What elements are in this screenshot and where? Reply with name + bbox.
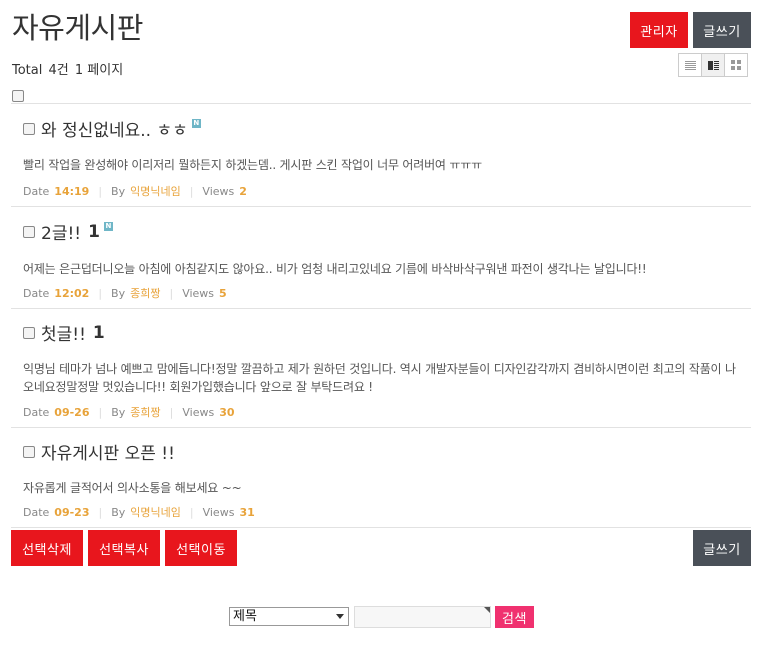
author-label: By: [111, 505, 126, 519]
post-subject[interactable]: 자유게시판 오픈 !!: [41, 439, 175, 464]
post-summary[interactable]: 익명님 테마가 넘나 예쁘고 맘에듭니다!정말 깔끔하고 제가 원하던 것입니다…: [23, 360, 743, 396]
views-label: Views: [182, 405, 215, 419]
views-label: Views: [182, 286, 215, 300]
post-author[interactable]: 종희짱: [130, 404, 160, 420]
date-label: Date: [23, 505, 50, 519]
total-count: 4건: [48, 63, 69, 78]
page-info: 1 페이지: [74, 63, 124, 78]
meta-divider: |: [98, 286, 103, 300]
meta-divider: |: [98, 505, 103, 519]
post-subject[interactable]: 와 정신없네요.. ㅎㅎ: [41, 116, 188, 141]
post-header: 2글!! 1 N: [23, 219, 113, 244]
post-checkbox[interactable]: [23, 445, 35, 458]
select-all-checkbox[interactable]: [12, 90, 24, 102]
chevron-down-icon: [336, 614, 344, 619]
author-label: By: [111, 184, 126, 198]
author-label: By: [111, 405, 126, 419]
meta-divider: |: [98, 184, 103, 198]
gallery-view-icon: [731, 60, 741, 70]
post-author[interactable]: 익명닉네임: [130, 504, 181, 520]
post-date: 09-23: [54, 505, 90, 519]
post-header: 자유게시판 오픈 !!: [23, 439, 175, 464]
post-views: 5: [219, 286, 227, 300]
admin-button[interactable]: 관리자: [630, 12, 688, 48]
post-meta: Date 12:02 | By 종희짱 | Views 5: [23, 285, 227, 301]
total-info: Total 4건 1 페이지: [12, 59, 125, 78]
post-views: 30: [219, 405, 235, 419]
meta-divider: |: [169, 405, 174, 419]
post-meta: Date 09-23 | By 익명닉네임 | Views 31: [23, 504, 255, 520]
post-author[interactable]: 종희짱: [130, 285, 160, 301]
webzine-view-icon: [707, 60, 719, 70]
post-meta: Date 14:19 | By 익명닉네임 | Views 2: [23, 183, 247, 199]
post-meta: Date 09-26 | By 종희짱 | Views 30: [23, 404, 235, 420]
post-row: 자유게시판 오픈 !! 자유롭게 글적어서 의사소통을 해보세요 ~~ Date…: [11, 427, 751, 528]
post-summary[interactable]: 빨리 작업을 완성해야 이리저리 뭘하든지 하겠는뎀.. 게시판 스킨 작업이 …: [23, 156, 482, 174]
write-button-bottom[interactable]: 글쓰기: [693, 530, 751, 566]
search-field-select[interactable]: 제목: [229, 607, 349, 626]
gallery-view-button[interactable]: [724, 53, 748, 77]
date-label: Date: [23, 286, 50, 300]
page-title: 자유게시판: [12, 11, 143, 45]
board-container: 자유게시판 관리자 글쓰기 Total 4건 1 페이지 와 정신없네요.. ㅎ…: [11, 0, 751, 651]
search-bar: 제목 검색: [229, 606, 534, 628]
author-label: By: [111, 286, 126, 300]
new-icon: N: [191, 119, 201, 128]
view-toggle: [678, 53, 751, 77]
webzine-view-button[interactable]: [701, 53, 725, 77]
input-corner-icon: [484, 607, 490, 613]
post-date: 14:19: [54, 184, 90, 198]
search-input[interactable]: [354, 606, 491, 628]
post-checkbox[interactable]: [23, 225, 35, 238]
post-row: 2글!! 1 N 어제는 은근덥더니오늘 아침에 아침같지도 않아요.. 비가 …: [11, 206, 751, 308]
meta-divider: |: [98, 405, 103, 419]
post-summary[interactable]: 어제는 은근덥더니오늘 아침에 아침같지도 않아요.. 비가 엄청 내리고있네요…: [23, 260, 647, 278]
search-field-value: 제목: [233, 609, 257, 624]
comment-count: 1: [92, 322, 105, 343]
post-summary[interactable]: 자유롭게 글적어서 의사소통을 해보세요 ~~: [23, 479, 242, 497]
total-label: Total: [12, 63, 43, 78]
views-label: Views: [202, 505, 235, 519]
post-date: 09-26: [54, 405, 90, 419]
write-button-top[interactable]: 글쓰기: [693, 12, 751, 48]
post-row: 첫글!! 1 익명님 테마가 넘나 예쁘고 맘에듭니다!정말 깔끔하고 제가 원…: [11, 308, 751, 427]
post-checkbox[interactable]: [23, 326, 35, 339]
post-author[interactable]: 익명닉네임: [130, 183, 181, 199]
date-label: Date: [23, 405, 50, 419]
post-subject[interactable]: 첫글!!: [41, 320, 86, 345]
post-views: 2: [239, 184, 247, 198]
views-label: Views: [202, 184, 235, 198]
new-icon: N: [103, 222, 113, 231]
move-selected-button[interactable]: 선택이동: [165, 530, 237, 566]
comment-count: 1: [88, 221, 100, 242]
date-label: Date: [23, 184, 50, 198]
meta-divider: |: [169, 286, 174, 300]
list-view-button[interactable]: [678, 53, 702, 77]
copy-selected-button[interactable]: 선택복사: [88, 530, 160, 566]
list-view-icon: [684, 60, 696, 70]
post-date: 12:02: [54, 286, 90, 300]
post-header: 와 정신없네요.. ㅎㅎ N: [23, 116, 201, 141]
post-list: 와 정신없네요.. ㅎㅎ N 빨리 작업을 완성해야 이리저리 뭘하든지 하겠는…: [11, 103, 751, 528]
post-header: 첫글!! 1: [23, 320, 105, 345]
search-button[interactable]: 검색: [495, 606, 534, 628]
meta-divider: |: [189, 505, 194, 519]
bottom-action-bar: 선택삭제 선택복사 선택이동 글쓰기: [11, 530, 751, 566]
post-row: 와 정신없네요.. ㅎㅎ N 빨리 작업을 완성해야 이리저리 뭘하든지 하겠는…: [11, 103, 751, 206]
delete-selected-button[interactable]: 선택삭제: [11, 530, 83, 566]
post-subject[interactable]: 2글!!: [41, 219, 81, 244]
post-checkbox[interactable]: [23, 122, 35, 135]
post-views: 31: [239, 505, 255, 519]
meta-divider: |: [189, 184, 194, 198]
